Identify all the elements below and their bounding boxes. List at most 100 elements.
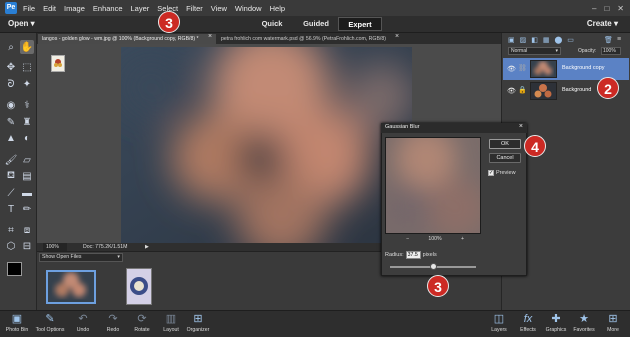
tab-close-icon[interactable]: × (208, 33, 212, 40)
app-logo-icon: Pe (5, 2, 17, 14)
organizer-icon: ⊞ (193, 313, 203, 325)
menu-edit[interactable]: Edit (43, 4, 56, 13)
type-tool-icon[interactable]: T (4, 202, 18, 216)
crop-tool-icon[interactable]: ⌗ (4, 223, 18, 237)
clone-stamp-tool-icon[interactable]: ♜ (20, 115, 34, 129)
paint-bucket-tool-icon[interactable]: ⛾ (4, 169, 18, 183)
menu-bar: Pe File Edit Image Enhance Layer Select … (0, 0, 630, 16)
tool-options-button[interactable]: ✎ Tool Options (33, 312, 67, 333)
mode-guided[interactable]: Guided (294, 17, 338, 31)
spot-healing-tool-icon[interactable]: ⚕ (20, 98, 34, 112)
sponge-tool-icon[interactable]: ◐ (20, 131, 34, 145)
magic-wand-tool-icon[interactable]: ✦ (20, 77, 34, 91)
bin-thumbnail-watermark[interactable] (126, 268, 152, 305)
dialog-title: Gaussian Blur (385, 124, 420, 130)
layer-toolbar-icons[interactable]: ▣▨◧▦⬤▭ (508, 36, 579, 44)
undo-icon: ↶ (78, 313, 88, 325)
photo-bin-button[interactable]: ▣ Photo Bin (0, 312, 34, 333)
preview-checkbox[interactable]: ✓ (488, 170, 494, 176)
brush-tool-icon[interactable]: 🖌 (4, 153, 18, 167)
menu-help[interactable]: Help (270, 4, 285, 13)
smart-brush-tool-icon[interactable]: ✎ (4, 115, 18, 129)
zoom-level-field[interactable]: 100% (43, 243, 67, 251)
mode-quick[interactable]: Quick (250, 17, 294, 31)
blurred-photo (121, 27, 416, 262)
panel-menu-icon[interactable]: ≡ (617, 36, 621, 43)
radius-row: Radius: 37.5 pixels (385, 251, 437, 259)
foreground-color-swatch[interactable] (7, 262, 22, 276)
tab-close-icon[interactable]: × (395, 33, 399, 40)
lasso-tool-icon[interactable]: ᘐ (4, 77, 18, 91)
visibility-eye-icon[interactable]: 👁 (507, 87, 516, 95)
tab-langos[interactable]: langos - golden glow - wm.jpg @ 100% (Ba… (38, 34, 216, 44)
menu-image[interactable]: Image (64, 4, 85, 13)
menu-file[interactable]: File (23, 4, 35, 13)
zoom-in-button[interactable]: + (461, 236, 464, 242)
doc-size: Doc: 775.2K/1.51M (83, 244, 128, 250)
zoom-tool-icon[interactable]: ⌕ (4, 40, 18, 54)
menu-enhance[interactable]: Enhance (93, 4, 123, 13)
layer-name: Background copy (562, 65, 605, 71)
dialog-title-bar[interactable]: Gaussian Blur × (381, 123, 527, 133)
move-tool-icon[interactable]: ✥ (4, 60, 18, 74)
tab-watermark[interactable]: petra frohlich com watermark.psd @ 56.9%… (217, 34, 395, 44)
marquee-tool-icon[interactable]: ⬚ (20, 60, 34, 74)
dialog-close-icon[interactable]: × (519, 123, 523, 130)
preview-zoom-row: − 100% + (406, 236, 464, 242)
close-icon[interactable]: ✕ (617, 4, 624, 13)
document-tabs: langos - golden glow - wm.jpg @ 100% (Ba… (37, 33, 501, 44)
preview-checkbox-row[interactable]: ✓ Preview (488, 170, 516, 176)
layer-name: Background (562, 87, 592, 93)
content-aware-move-tool-icon[interactable]: ⬡ (4, 239, 18, 253)
eraser-tool-icon[interactable]: ▱ (20, 153, 34, 167)
blur-tool-icon[interactable]: ▲ (4, 131, 18, 145)
annotation-badge: 3 (427, 275, 449, 297)
watermark-logo-icon (51, 55, 65, 72)
zoom-out-button[interactable]: − (406, 236, 409, 242)
cancel-button[interactable]: Cancel (489, 153, 521, 163)
radius-unit: pixels (422, 252, 437, 258)
radius-slider-thumb[interactable] (429, 263, 437, 270)
straighten-tool-icon[interactable]: ⊟ (20, 239, 34, 253)
undo-button[interactable]: ↶ Undo (66, 312, 100, 333)
mode-expert[interactable]: Expert (338, 17, 382, 31)
annotation-badge: 2 (597, 77, 619, 99)
mode-switcher: Quick Guided Expert (250, 17, 382, 31)
menu-view[interactable]: View (211, 4, 227, 13)
hand-tool-icon[interactable]: ✋ (20, 40, 34, 54)
open-button[interactable]: Open ▾ (8, 19, 35, 28)
annotation-badge: 3 (158, 11, 180, 33)
opacity-label: Opacity: (578, 48, 597, 54)
lock-icon[interactable]: 🔒 (518, 86, 527, 94)
status-menu-arrow-icon[interactable]: ▶ (145, 244, 149, 250)
link-icon[interactable]: ⛓ (518, 64, 527, 72)
menu-filter[interactable]: Filter (186, 4, 203, 13)
window-controls: – □ ✕ (592, 4, 624, 13)
pencil-tool-icon[interactable]: ✏ (20, 202, 34, 216)
preview-zoom-value: 100% (428, 236, 442, 242)
opacity-field[interactable]: 100% (601, 47, 621, 55)
visibility-eye-icon[interactable]: 👁 (507, 65, 516, 73)
radius-input[interactable]: 37.5 (405, 251, 421, 259)
bin-thumbnail-langos[interactable] (46, 270, 96, 304)
organizer-button[interactable]: ⊞ Organizer (181, 312, 215, 333)
maximize-icon[interactable]: □ (604, 4, 609, 13)
more-button[interactable]: ⊞ More (596, 312, 630, 333)
trash-icon[interactable]: 🗑 (604, 36, 613, 44)
menu-window[interactable]: Window (235, 4, 262, 13)
preview-label: Preview (496, 170, 516, 176)
minimize-icon[interactable]: – (592, 4, 596, 13)
eyedropper-tool-icon[interactable]: ⟋ (4, 186, 18, 200)
blend-mode-select[interactable]: Normal ▾ (508, 47, 561, 55)
show-open-files-select[interactable]: Show Open Files ▾ (39, 253, 123, 262)
menu-layer[interactable]: Layer (131, 4, 150, 13)
red-eye-tool-icon[interactable]: ◉ (4, 98, 18, 112)
more-icon: ⊞ (608, 313, 618, 325)
ok-button[interactable]: OK (489, 139, 521, 149)
recompose-tool-icon[interactable]: ⧈ (20, 223, 34, 237)
create-button[interactable]: Create ▾ (587, 19, 618, 28)
blur-preview[interactable] (381, 128, 486, 238)
gradient-tool-icon[interactable]: ▤ (20, 169, 34, 183)
photo-bin-icon: ▣ (11, 313, 23, 325)
shape-tool-icon[interactable]: ▬ (20, 186, 34, 200)
